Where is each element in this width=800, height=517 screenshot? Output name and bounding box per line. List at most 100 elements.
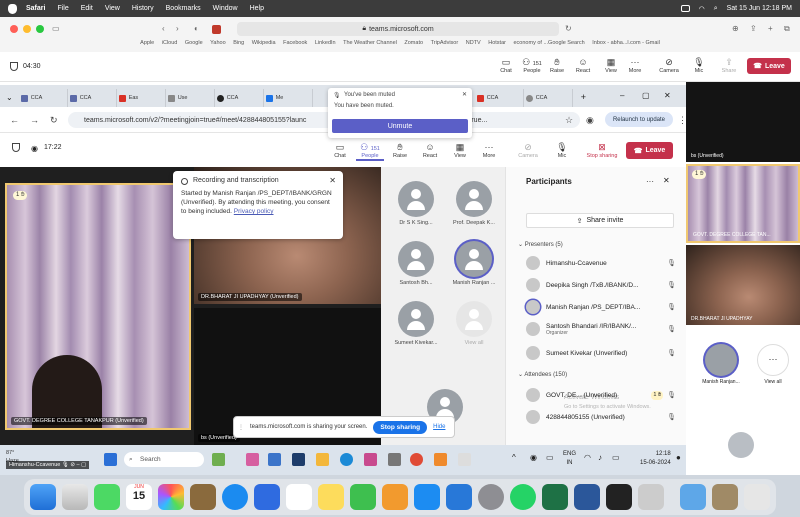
app-icon[interactable]	[246, 453, 259, 466]
new-tab-icon[interactable]: +	[581, 92, 586, 102]
more-options-icon[interactable]: ···	[646, 177, 654, 186]
avatar-tile[interactable]: Santosh Bh...	[389, 241, 443, 286]
relaunch-button[interactable]: Relaunch to update	[605, 112, 673, 127]
right-tile-bs[interactable]: bs (Unverified)	[686, 82, 800, 162]
favorite-link[interactable]: Inbox - abha...l.com - Gmail	[592, 40, 660, 46]
tab-overview-icon[interactable]: ⧉	[784, 24, 790, 34]
inner-more-button[interactable]: ··· More	[475, 141, 503, 159]
people-button[interactable]: ⚇ 151 People	[518, 56, 546, 74]
favorite-link[interactable]: Bing	[233, 40, 244, 46]
favorite-link[interactable]: Yahoo	[210, 40, 226, 46]
inner-mic-button[interactable]: 🎙︎ Mic	[548, 141, 576, 159]
chrome-icon[interactable]	[410, 453, 423, 466]
mic-off-icon[interactable]: 🎙︎	[667, 413, 676, 421]
tab-menu-icon[interactable]: ⌄	[6, 93, 13, 102]
chatgpt-icon[interactable]	[606, 484, 632, 510]
favorite-link[interactable]: LinkedIn	[315, 40, 336, 46]
favorite-link[interactable]: Zomato	[404, 40, 423, 46]
safari-url-bar[interactable]: 🔒︎ teams.microsoft.com	[237, 22, 559, 36]
reminders-icon[interactable]	[286, 484, 312, 510]
menu-help[interactable]: Help	[250, 5, 264, 12]
minimize-icon[interactable]: –	[620, 91, 624, 100]
menubar-clock[interactable]: Sat 15 Jun 12:18 PM	[727, 5, 792, 12]
photos-icon[interactable]	[158, 484, 184, 510]
notification-icon[interactable]: ●	[676, 453, 681, 462]
trash-icon[interactable]	[744, 484, 770, 510]
drag-handle-icon[interactable]: ⋮	[238, 424, 244, 431]
tab-cca-2[interactable]: CCA	[68, 89, 117, 107]
presenters-section[interactable]: ⌄ Presenters (5)	[518, 241, 563, 248]
right-view-all[interactable]: ··· View all	[748, 344, 798, 385]
share-button[interactable]: ⇪ Share	[715, 56, 743, 74]
close-panel-icon[interactable]: ✕	[663, 176, 670, 185]
chat-button[interactable]: ▭ Chat	[492, 56, 520, 74]
caption-controls[interactable]: – ▢	[77, 462, 87, 468]
contacts-icon[interactable]	[190, 484, 216, 510]
tray-icon[interactable]: ▭	[546, 453, 554, 462]
tray-chevron-icon[interactable]: ^	[512, 453, 516, 462]
tab-cca-5[interactable]: CCA	[524, 89, 573, 107]
mic-off-icon[interactable]: 🎙︎	[667, 325, 676, 333]
edge-icon[interactable]	[340, 453, 353, 466]
hide-link[interactable]: Hide	[433, 424, 445, 430]
extension-icon[interactable]	[212, 25, 221, 34]
launchpad-icon[interactable]	[62, 484, 88, 510]
menu-view[interactable]: View	[105, 5, 120, 12]
tray-icon[interactable]: ◉	[530, 453, 537, 462]
inner-camera-button[interactable]: ⊘ Camera	[514, 141, 542, 159]
favorite-link[interactable]: The Weather Channel	[343, 40, 397, 46]
safari-icon[interactable]	[222, 484, 248, 510]
menu-edit[interactable]: Edit	[81, 5, 93, 12]
forward-icon[interactable]: →	[30, 115, 39, 125]
profile-icon[interactable]: ◉	[586, 115, 594, 126]
new-tab-icon[interactable]: +	[768, 24, 773, 33]
spotlight-icon[interactable]: ⌕	[714, 5, 718, 13]
tab-cca-4[interactable]: CCA	[475, 89, 524, 107]
inner-address-input[interactable]: teams.microsoft.com/v2/?meetingjoin=true…	[68, 112, 580, 128]
tab-cca-3[interactable]: CCA	[215, 89, 264, 107]
preview-icon[interactable]	[638, 484, 664, 510]
raise-button[interactable]: ✋︎ Raise	[543, 56, 571, 74]
mic-button[interactable]: 🎙︎ Mic	[685, 56, 713, 74]
minimize-window-icon[interactable]	[23, 25, 31, 33]
forward-icon[interactable]: ›	[176, 24, 179, 33]
inner-view-button[interactable]: ▦ View	[446, 141, 474, 159]
app-icon[interactable]	[292, 453, 305, 466]
keynote-icon[interactable]	[446, 484, 472, 510]
participant-row[interactable]: Himanshu-Ccavenue 🎙︎	[526, 253, 676, 273]
app-icon[interactable]	[364, 453, 377, 466]
reload-icon[interactable]: ↻	[50, 115, 58, 126]
favorite-link[interactable]: TripAdvisor	[431, 40, 459, 46]
close-icon[interactable]: ✕	[664, 91, 671, 100]
mic-off-icon[interactable]: 🎙︎	[667, 391, 676, 399]
start-icon[interactable]	[104, 453, 117, 466]
right-tile-govt[interactable]: 1 ✋︎ GOVT. DEGREE COLLEGE TAN...	[686, 164, 800, 243]
attendees-section[interactable]: ⌄ Attendees (150)	[518, 371, 567, 378]
share-invite-button[interactable]: ⇪ Share invite	[526, 213, 674, 228]
menu-history[interactable]: History	[132, 5, 154, 12]
downloads-icon[interactable]: ⊕	[732, 24, 739, 33]
tab-me[interactable]: Me	[264, 89, 313, 107]
pages-icon[interactable]	[382, 484, 408, 510]
avatar-tile[interactable]: Manish Ranjan ...	[447, 241, 501, 286]
app-store-icon[interactable]	[414, 484, 440, 510]
app-icon[interactable]	[434, 453, 447, 466]
close-icon[interactable]: ✕	[329, 176, 336, 185]
privacy-shield-icon[interactable]: ◐	[194, 24, 199, 33]
star-icon[interactable]: ☆	[565, 115, 573, 126]
favorite-link[interactable]: Wikipedia	[252, 40, 276, 46]
app-icon[interactable]	[458, 453, 471, 466]
favorite-link[interactable]: Google	[185, 40, 203, 46]
menu-bookmarks[interactable]: Bookmarks	[166, 5, 201, 12]
favorite-link[interactable]: Apple	[140, 40, 154, 46]
whatsapp-icon[interactable]	[510, 484, 536, 510]
file-explorer-icon[interactable]	[316, 453, 329, 466]
favorite-link[interactable]: Facebook	[283, 40, 307, 46]
inner-raise-button[interactable]: ✋︎ Raise	[386, 141, 414, 159]
inner-stop-sharing-button[interactable]: ⊠ Stop sharing	[582, 141, 622, 159]
avatar-tile[interactable]: Sumeet Kivekar...	[389, 301, 443, 346]
wifi-icon[interactable]: ◠	[699, 5, 705, 13]
favorite-link[interactable]: Hotstar	[488, 40, 506, 46]
right-tile-bharat[interactable]: DR.BHARAT JI UPADHYAY	[686, 245, 800, 325]
inner-react-button[interactable]: ☺ React	[416, 141, 444, 159]
